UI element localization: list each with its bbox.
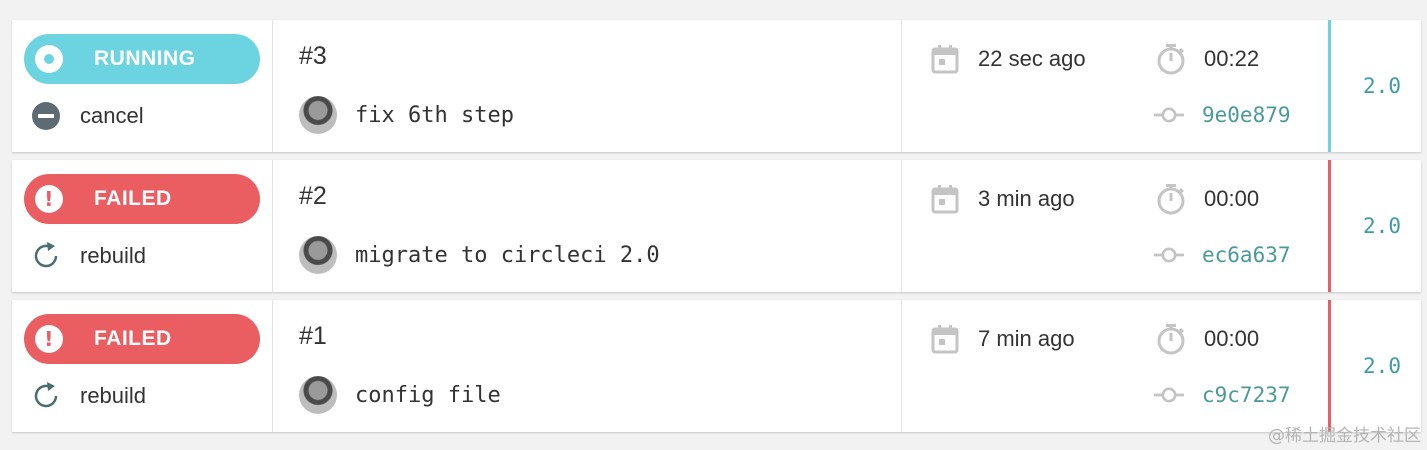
commit-message: migrate to circleci 2.0	[355, 242, 660, 268]
stopwatch-icon	[1156, 44, 1186, 75]
build-meta-column: 3 min ago 00:00 ec6a637	[902, 160, 1328, 292]
version-column: 2.0	[1328, 160, 1421, 292]
build-info-column: #2 migrate to circleci 2.0	[273, 160, 902, 292]
build-info-column: #3 fix 6th step	[273, 20, 902, 152]
status-label: RUNNING	[94, 47, 196, 70]
exclamation-icon: !	[35, 325, 63, 353]
version-label: 2.0	[1363, 214, 1401, 238]
build-duration: 00:22	[1156, 44, 1260, 75]
version-label: 2.0	[1363, 74, 1401, 98]
build-row[interactable]: ! FAILED rebuild #1 config file 7 min ag…	[12, 300, 1421, 432]
avatar	[299, 376, 337, 414]
rebuild-icon	[30, 240, 62, 272]
action-label: rebuild	[80, 383, 147, 408]
commit-hash-link[interactable]: 9e0e879	[1202, 103, 1291, 127]
build-row[interactable]: ! FAILED rebuild #2 migrate to circleci …	[12, 160, 1421, 292]
commit-hash-item: c9c7237	[1154, 380, 1291, 410]
build-time: 7 min ago	[930, 324, 1075, 354]
version-column: 2.0	[1328, 300, 1421, 432]
build-number[interactable]: #1	[299, 322, 327, 351]
status-badge[interactable]: ! FAILED	[24, 174, 260, 224]
commit-line: fix 6th step	[299, 96, 514, 134]
running-dot-icon	[35, 45, 63, 73]
commit-hash-item: 9e0e879	[1154, 100, 1291, 130]
rebuild-button[interactable]: rebuild	[30, 380, 146, 412]
stopwatch-icon	[1156, 184, 1186, 215]
commit-message: config file	[355, 382, 501, 408]
time-ago: 7 min ago	[978, 326, 1075, 351]
build-list: RUNNING cancel #3 fix 6th step 22 sec ag…	[12, 20, 1421, 440]
build-number[interactable]: #3	[299, 42, 327, 71]
time-ago: 22 sec ago	[978, 46, 1086, 71]
calendar-icon	[930, 44, 960, 74]
commit-message: fix 6th step	[355, 102, 514, 128]
build-number[interactable]: #2	[299, 182, 327, 211]
status-column: RUNNING cancel	[12, 20, 273, 152]
time-ago: 3 min ago	[978, 186, 1075, 211]
duration: 00:22	[1204, 46, 1260, 71]
status-label: FAILED	[94, 327, 172, 350]
status-label: FAILED	[94, 187, 172, 210]
cancel-button[interactable]: cancel	[30, 100, 144, 132]
commit-hash-item: ec6a637	[1154, 240, 1291, 270]
build-time: 22 sec ago	[930, 44, 1086, 74]
duration: 00:00	[1204, 326, 1260, 351]
cancel-icon	[30, 100, 62, 132]
calendar-icon	[930, 184, 960, 214]
build-row[interactable]: RUNNING cancel #3 fix 6th step 22 sec ag…	[12, 20, 1421, 152]
watermark: @稀土掘金技术社区	[1268, 426, 1421, 446]
commit-icon	[1154, 240, 1184, 270]
commit-icon	[1154, 380, 1184, 410]
duration: 00:00	[1204, 186, 1260, 211]
avatar	[299, 236, 337, 274]
status-column: ! FAILED rebuild	[12, 160, 273, 292]
action-label: rebuild	[80, 243, 147, 268]
status-column: ! FAILED rebuild	[12, 300, 273, 432]
commit-line: config file	[299, 376, 501, 414]
stopwatch-icon	[1156, 324, 1186, 355]
commit-hash-link[interactable]: c9c7237	[1202, 383, 1291, 407]
build-meta-column: 22 sec ago 00:22 9e0e879	[902, 20, 1328, 152]
commit-line: migrate to circleci 2.0	[299, 236, 660, 274]
build-time: 3 min ago	[930, 184, 1075, 214]
status-badge[interactable]: RUNNING	[24, 34, 260, 84]
rebuild-button[interactable]: rebuild	[30, 240, 146, 272]
version-column: 2.0	[1328, 20, 1421, 152]
avatar	[299, 96, 337, 134]
build-meta-column: 7 min ago 00:00 c9c7237	[902, 300, 1328, 432]
build-info-column: #1 config file	[273, 300, 902, 432]
commit-hash-link[interactable]: ec6a637	[1202, 243, 1291, 267]
status-badge[interactable]: ! FAILED	[24, 314, 260, 364]
commit-icon	[1154, 100, 1184, 130]
exclamation-icon: !	[35, 185, 63, 213]
calendar-icon	[930, 324, 960, 354]
build-duration: 00:00	[1156, 184, 1260, 215]
version-label: 2.0	[1363, 354, 1401, 378]
rebuild-icon	[30, 380, 62, 412]
action-label: cancel	[80, 103, 144, 128]
build-duration: 00:00	[1156, 324, 1260, 355]
